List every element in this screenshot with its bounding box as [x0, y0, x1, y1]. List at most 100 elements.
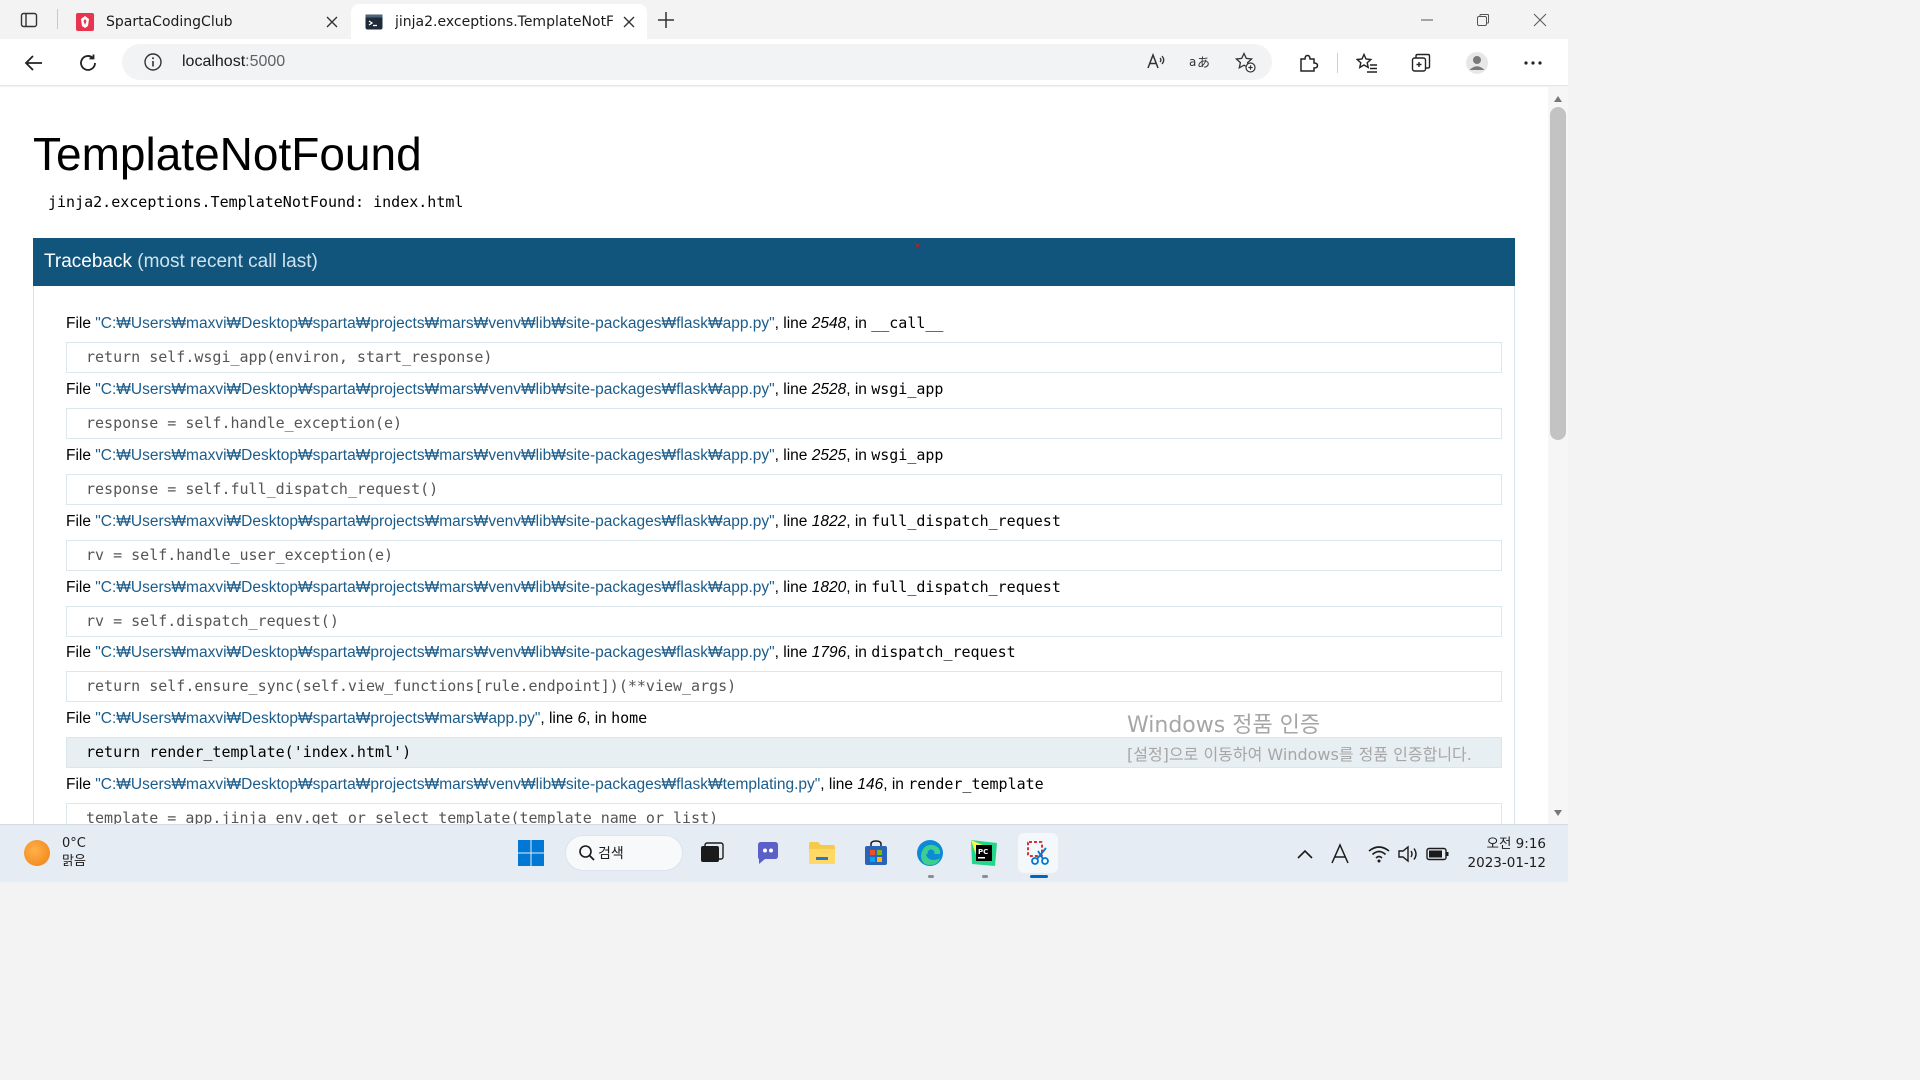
traceback-frame[interactable]: File "C:₩Users₩maxvi₩Desktop₩sparta₩proj…	[66, 643, 1502, 702]
file-word: File	[66, 710, 91, 727]
line-word: line	[783, 447, 808, 464]
svg-text:PC: PC	[978, 848, 988, 856]
start-button[interactable]	[511, 833, 551, 873]
tab-actions-icon	[20, 12, 38, 28]
frame-source-line[interactable]: response = self.full_dispatch_request()	[66, 474, 1502, 505]
scroll-down-icon[interactable]	[1552, 807, 1564, 819]
url-host: localhost	[182, 53, 246, 70]
microsoft-store-button[interactable]	[856, 833, 896, 873]
in-word: in	[854, 644, 867, 661]
frame-function: dispatch_request	[871, 643, 1016, 661]
frame-source-line[interactable]: response = self.handle_exception(e)	[66, 408, 1502, 439]
site-info-icon[interactable]	[142, 51, 164, 73]
in-word: in	[891, 776, 904, 793]
frame-source-line[interactable]: return self.wsgi_app(environ, start_resp…	[66, 342, 1502, 373]
traceback-frame[interactable]: File "C:₩Users₩maxvi₩Desktop₩sparta₩proj…	[66, 578, 1502, 637]
refresh-icon	[80, 54, 96, 71]
file-explorer-button[interactable]	[802, 833, 842, 873]
favorites-button[interactable]	[1353, 49, 1381, 77]
translate-icon[interactable]: aあ	[1188, 50, 1212, 74]
edge-browser-button[interactable]	[910, 833, 950, 873]
volume-button[interactable]	[1396, 842, 1420, 866]
plus-icon	[658, 12, 674, 28]
frame-function: full_dispatch_request	[871, 512, 1061, 530]
new-tab-button[interactable]	[654, 8, 678, 32]
chat-button[interactable]	[748, 833, 788, 873]
close-window-button[interactable]	[1528, 8, 1552, 32]
task-view-icon	[701, 842, 724, 862]
collections-button[interactable]	[1407, 49, 1435, 77]
traceback-label: Traceback	[44, 251, 132, 272]
back-arrow-icon	[24, 55, 42, 71]
system-clock[interactable]: 오전 9:16 2023-01-12	[1462, 835, 1546, 873]
battery-button[interactable]	[1426, 842, 1450, 866]
store-icon	[865, 840, 887, 865]
frame-line-number: 2548	[811, 315, 847, 332]
in-word: in	[854, 315, 867, 332]
weather-condition: 맑음	[62, 854, 86, 869]
search-icon	[578, 844, 596, 866]
frame-source-line[interactable]: return self.ensure_sync(self.view_functi…	[66, 671, 1502, 702]
terminal-favicon-icon	[365, 13, 383, 31]
weather-widget[interactable]: 0°C 맑음	[24, 835, 86, 871]
in-word: in	[594, 710, 607, 727]
traceback-frame[interactable]: File "C:₩Users₩maxvi₩Desktop₩sparta₩proj…	[66, 775, 1502, 824]
scrollbar-thumb[interactable]	[1550, 107, 1566, 440]
read-aloud-icon[interactable]	[1144, 50, 1168, 74]
wifi-button[interactable]	[1367, 842, 1391, 866]
more-dots-icon	[1524, 61, 1542, 65]
frame-source-line[interactable]: rv = self.dispatch_request()	[66, 606, 1502, 637]
profile-button[interactable]	[1463, 49, 1491, 77]
add-favorite-icon[interactable]	[1233, 50, 1257, 74]
frame-filename: "C:₩Users₩maxvi₩Desktop₩sparta₩projects₩…	[95, 447, 775, 464]
windows-logo-icon	[518, 840, 544, 866]
weather-text: 0°C 맑음	[62, 835, 86, 871]
taskbar-search[interactable]: 검색	[565, 835, 683, 871]
collections-icon	[1411, 53, 1431, 72]
vertical-scrollbar[interactable]	[1548, 87, 1568, 824]
scroll-up-icon[interactable]	[1552, 93, 1564, 105]
address-bar[interactable]: localhost:5000 aあ	[122, 44, 1272, 80]
in-word: in	[854, 579, 867, 596]
settings-more-button[interactable]	[1519, 49, 1547, 77]
frame-location: File "C:₩Users₩maxvi₩Desktop₩sparta₩proj…	[66, 643, 1016, 661]
sun-icon	[24, 840, 50, 866]
traceback-frame[interactable]: File "C:₩Users₩maxvi₩Desktop₩sparta₩proj…	[66, 512, 1502, 571]
snipping-tool-button[interactable]	[1018, 833, 1058, 873]
tab-separator	[57, 9, 58, 29]
svg-text:あ: あ	[1197, 56, 1210, 71]
frame-source-line[interactable]: template = app.jinja_env.get_or_select_t…	[66, 803, 1502, 824]
input-indicator-button[interactable]	[1328, 842, 1352, 866]
wifi-icon	[1368, 846, 1390, 863]
url-port: :5000	[245, 53, 286, 70]
volume-icon	[1398, 845, 1417, 863]
traceback-frame[interactable]: File "C:₩Users₩maxvi₩Desktop₩sparta₩proj…	[66, 380, 1502, 439]
frame-source-line[interactable]: rv = self.handle_user_exception(e)	[66, 540, 1502, 571]
tab-actions-button[interactable]	[8, 6, 50, 34]
minimize-button[interactable]	[1415, 8, 1439, 32]
back-button[interactable]	[20, 49, 48, 77]
restore-button[interactable]	[1471, 8, 1495, 32]
close-tab-icon[interactable]	[324, 14, 340, 30]
frame-location: File "C:₩Users₩maxvi₩Desktop₩sparta₩proj…	[66, 314, 944, 332]
frame-line-number: 2525	[811, 447, 847, 464]
line-word: line	[783, 315, 808, 332]
tab-template-not-found[interactable]: jinja2.exceptions.TemplateNotFound	[351, 4, 647, 39]
minimize-icon	[1421, 19, 1433, 21]
extensions-button[interactable]	[1294, 49, 1322, 77]
traceback-frame[interactable]: File "C:₩Users₩maxvi₩Desktop₩sparta₩proj…	[66, 314, 1502, 373]
show-hidden-icons-button[interactable]	[1293, 842, 1317, 866]
line-word: line	[548, 710, 574, 727]
weather-temperature: 0°C	[62, 836, 86, 851]
chevron-up-icon	[1297, 849, 1313, 859]
task-view-button[interactable]	[692, 833, 732, 873]
close-tab-icon[interactable]	[621, 14, 637, 30]
pycharm-button[interactable]: PC	[964, 833, 1004, 873]
toolbar-separator	[1337, 53, 1338, 73]
file-word: File	[66, 513, 91, 530]
line-word: line	[783, 579, 808, 596]
error-message: jinja2.exceptions.TemplateNotFound: inde…	[48, 193, 464, 211]
tab-spartacodingclub[interactable]: SpartaCodingClub	[62, 4, 350, 39]
refresh-button[interactable]	[74, 49, 102, 77]
traceback-frame[interactable]: File "C:₩Users₩maxvi₩Desktop₩sparta₩proj…	[66, 446, 1502, 505]
